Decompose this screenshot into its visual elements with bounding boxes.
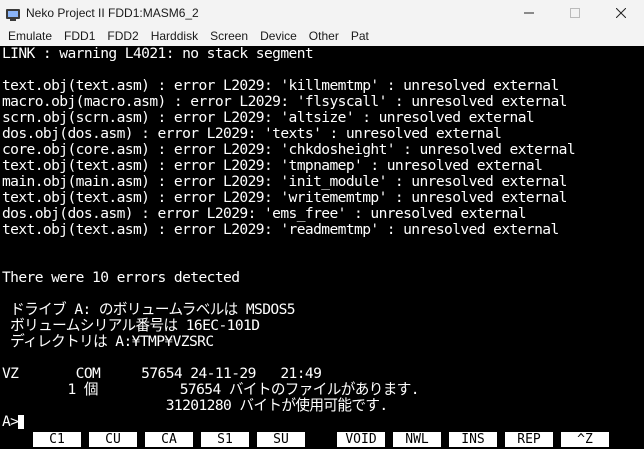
terminal-line: text.obj(text.asm) : error L2029: 'killm… xyxy=(2,77,559,94)
menu-pat[interactable]: Pat xyxy=(345,26,375,46)
close-icon xyxy=(616,8,626,18)
fkey-cu[interactable]: CU xyxy=(89,432,137,447)
menu-other[interactable]: Other xyxy=(303,26,345,46)
menu-screen[interactable]: Screen xyxy=(204,26,254,46)
terminal-line: core.obj(core.asm) : error L2029: 'chkdo… xyxy=(2,141,576,158)
fkey-ctrl-z[interactable]: ^Z xyxy=(561,432,609,447)
terminal-screen[interactable]: LINK : warning L4021: no stack segment t… xyxy=(0,46,644,430)
terminal-line: 31201280 バイトが使用可能です. xyxy=(2,397,388,414)
terminal-line: VZ COM 57654 24-11-29 21:49 xyxy=(2,365,322,382)
terminal-line: There were 10 errors detected xyxy=(2,269,240,286)
fkey-rep[interactable]: REP xyxy=(505,432,553,447)
fkey-su[interactable]: SU xyxy=(257,432,305,447)
fkey-s1[interactable]: S1 xyxy=(201,432,249,447)
terminal-line: scrn.obj(scrn.asm) : error L2029: 'altsi… xyxy=(2,109,535,126)
fkey-c1[interactable]: C1 xyxy=(33,432,81,447)
menu-fdd1[interactable]: FDD1 xyxy=(58,26,101,46)
fkey-nwl[interactable]: NWL xyxy=(393,432,441,447)
close-button[interactable] xyxy=(598,0,644,26)
title-bar[interactable]: Neko Project II FDD1:MASM6_2 xyxy=(0,0,644,26)
minimize-icon xyxy=(524,12,534,14)
text-cursor xyxy=(18,415,24,429)
terminal-line: ドライブ A: のボリュームラベルは MSDOS5 xyxy=(2,301,295,318)
terminal-line: ディレクトリは A:¥TMP¥VZSRC xyxy=(2,333,214,350)
emulator-window: Neko Project II FDD1:MASM6_2 Emulate FDD… xyxy=(0,0,644,449)
menu-harddisk[interactable]: Harddisk xyxy=(145,26,204,46)
terminal-line: LINK : warning L4021: no stack segment xyxy=(2,46,314,62)
menu-device[interactable]: Device xyxy=(254,26,303,46)
app-icon xyxy=(6,6,20,21)
menu-fdd2[interactable]: FDD2 xyxy=(101,26,144,46)
fkey-ins[interactable]: INS xyxy=(449,432,497,447)
minimize-button[interactable] xyxy=(506,0,552,26)
maximize-button[interactable] xyxy=(552,0,598,26)
menu-emulate[interactable]: Emulate xyxy=(0,26,58,46)
maximize-icon xyxy=(570,8,580,18)
menu-bar: Emulate FDD1 FDD2 Harddisk Screen Device… xyxy=(0,26,644,46)
terminal-line: ボリュームシリアル番号は 16EC-101D xyxy=(2,317,260,334)
terminal-line: text.obj(text.asm) : error L2029: 'readm… xyxy=(2,221,559,238)
terminal-line: text.obj(text.asm) : error L2029: 'write… xyxy=(2,189,567,206)
terminal-line: 1 個 57654 バイトのファイルがあります. xyxy=(2,381,419,398)
terminal-line: main.obj(main.asm) : error L2029: 'init_… xyxy=(2,173,567,190)
fkey-ca[interactable]: CA xyxy=(145,432,193,447)
terminal-line: dos.obj(dos.asm) : error L2029: 'texts' … xyxy=(2,125,502,142)
fkey-void[interactable]: VOID xyxy=(337,432,385,447)
terminal-line: macro.obj(macro.asm) : error L2029: 'fls… xyxy=(2,93,567,110)
terminal-line: dos.obj(dos.asm) : error L2029: 'ems_fre… xyxy=(2,205,527,222)
window-title: Neko Project II FDD1:MASM6_2 xyxy=(26,6,199,20)
command-prompt: A> xyxy=(2,413,19,430)
terminal-line: text.obj(text.asm) : error L2029: 'tmpna… xyxy=(2,157,543,174)
function-key-bar: C1 CU CA S1 SU VOID NWL INS REP ^Z xyxy=(0,430,644,449)
